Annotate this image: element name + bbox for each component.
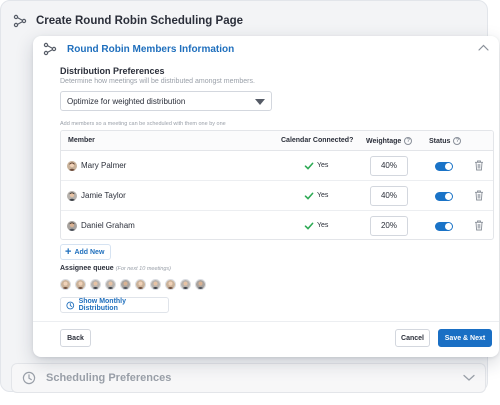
outer-header: Create Round Robin Scheduling Page: [13, 11, 243, 31]
weightage-input[interactable]: 40%: [370, 156, 408, 176]
trash-icon[interactable]: [474, 160, 484, 171]
chevron-up-icon[interactable]: [478, 44, 489, 51]
distribution-select-value: Optimize for weighted distribution: [67, 96, 186, 106]
help-icon[interactable]: ?: [404, 137, 413, 145]
weightage-input[interactable]: 20%: [370, 216, 408, 236]
col-calendar: Calendar Connected?: [281, 137, 353, 144]
queue-avatar: [165, 279, 176, 290]
calendar-status: Yes: [317, 192, 329, 199]
member-name: Jamie Taylor: [81, 191, 126, 200]
check-icon: [304, 192, 314, 200]
save-next-button[interactable]: Save & Next: [438, 329, 492, 347]
help-icon[interactable]: ?: [453, 137, 462, 145]
status-toggle[interactable]: [435, 192, 453, 201]
weightage-input[interactable]: 40%: [370, 186, 408, 206]
scheduling-preferences-title: Scheduling Preferences: [46, 372, 172, 384]
assignee-queue-note: (For next 10 meetings): [115, 266, 171, 272]
back-button[interactable]: Back: [60, 329, 91, 347]
queue-avatar: [135, 279, 146, 290]
round-robin-icon: [43, 42, 57, 56]
calendar-status: Yes: [317, 162, 329, 169]
show-monthly-distribution-label: Show Monthly Distribution: [78, 298, 127, 312]
col-status-label: Status: [429, 137, 451, 145]
distribution-select[interactable]: Optimize for weighted distribution: [60, 91, 272, 111]
queue-avatar: [105, 279, 116, 290]
clock-icon: [66, 301, 75, 309]
queue-avatar: [150, 279, 161, 290]
col-weightage: Weightage ?: [366, 137, 413, 145]
members-info-card: Round Robin Members Information Distribu…: [33, 36, 499, 357]
assignee-queue-title: Assignee queue: [60, 265, 114, 272]
check-icon: [304, 222, 314, 230]
calendar-status: Yes: [317, 222, 329, 229]
member-name: Daniel Graham: [81, 221, 135, 230]
status-toggle[interactable]: [435, 222, 453, 231]
show-monthly-distribution-button[interactable]: Show Monthly Distribution: [60, 297, 169, 313]
col-status: Status ?: [429, 137, 462, 145]
add-members-hint: Add members so a meeting can be schedule…: [60, 121, 226, 127]
round-robin-icon: [13, 14, 27, 28]
check-icon: [304, 162, 314, 170]
member-name: Mary Palmer: [81, 161, 127, 170]
table-row: Daniel Graham Yes 20%: [61, 211, 493, 239]
cancel-button[interactable]: Cancel: [395, 329, 430, 347]
col-member-label: Member: [68, 137, 95, 144]
queue-avatar: [195, 279, 206, 290]
avatar: [67, 221, 77, 231]
col-weightage-label: Weightage: [366, 137, 402, 145]
queue-avatar: [120, 279, 131, 290]
table-row: Mary Palmer Yes 40%: [61, 151, 493, 181]
add-new-button[interactable]: + Add New: [60, 244, 111, 260]
distribution-title: Distribution Preferences: [60, 66, 165, 76]
avatar: [67, 191, 77, 201]
queue-avatar: [180, 279, 191, 290]
table-header: Member Calendar Connected? Weightage ? S…: [61, 131, 493, 151]
queue-avatar: [60, 279, 71, 290]
assignee-queue-label: Assignee queue (For next 10 meetings): [60, 265, 171, 272]
avatar: [67, 161, 77, 171]
card-header: Round Robin Members Information: [33, 36, 499, 62]
caret-down-icon: [255, 99, 265, 105]
queue-avatar: [90, 279, 101, 290]
col-member: Member: [68, 137, 95, 144]
scheduling-preferences-section[interactable]: Scheduling Preferences: [11, 363, 486, 393]
plus-icon: +: [65, 246, 72, 258]
clock-icon: [22, 371, 36, 385]
footer-divider: [33, 321, 499, 322]
trash-icon[interactable]: [474, 190, 484, 201]
trash-icon[interactable]: [474, 220, 484, 231]
queue-avatar: [75, 279, 86, 290]
table-row: Jamie Taylor Yes 40%: [61, 181, 493, 211]
chevron-down-icon[interactable]: [463, 374, 475, 382]
add-new-label: Add New: [74, 248, 105, 256]
assignee-queue: [60, 279, 206, 290]
card-title: Round Robin Members Information: [67, 43, 235, 55]
col-calendar-label: Calendar Connected?: [281, 137, 354, 144]
page-title: Create Round Robin Scheduling Page: [36, 15, 244, 27]
status-toggle[interactable]: [435, 162, 453, 171]
distribution-description: Determine how meetings will be distribut…: [60, 78, 255, 85]
members-table: Member Calendar Connected? Weightage ? S…: [60, 130, 494, 240]
